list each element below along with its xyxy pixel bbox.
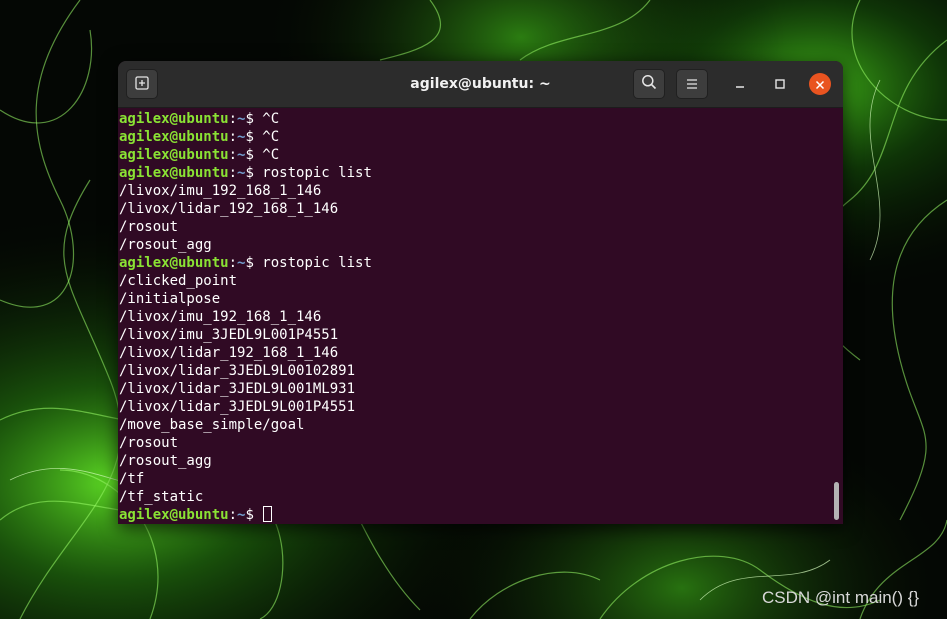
output-text: /livox/lidar_3JEDL9L001P4551 — [119, 399, 356, 415]
command-text: $ — [245, 507, 263, 523]
output-text: /rosout — [119, 435, 179, 451]
prompt-separator: : — [228, 507, 238, 523]
prompt-line: agilex@ubuntu:~$ ^C — [119, 128, 831, 146]
output-text: /livox/lidar_3JEDL9L001ML931 — [119, 381, 356, 397]
output-text: /livox/imu_3JEDL9L001P4551 — [119, 327, 339, 343]
output-text: /livox/imu_192_168_1_146 — [119, 183, 322, 199]
output-line: /move_base_simple/goal — [119, 416, 831, 434]
output-text: /livox/lidar_3JEDL9L00102891 — [119, 363, 356, 379]
output-line: /livox/lidar_3JEDL9L00102891 — [119, 362, 831, 380]
output-text: /tf — [119, 471, 145, 487]
prompt-separator: : — [228, 165, 238, 181]
terminal-window: agilex@ubuntu: ~ agilex@ubuntu:~$ ^C agi… — [118, 61, 843, 524]
new-tab-icon — [135, 75, 149, 94]
output-line: /livox/lidar_3JEDL9L001ML931 — [119, 380, 831, 398]
prompt-user: agilex@ubuntu — [119, 147, 229, 163]
new-tab-button[interactable] — [126, 69, 158, 99]
prompt-line: agilex@ubuntu:~$ rostopic list — [119, 254, 831, 272]
minimize-icon — [734, 75, 746, 94]
prompt-line: agilex@ubuntu:~$ ^C — [119, 110, 831, 128]
output-line: /clicked_point — [119, 272, 831, 290]
output-line: /initialpose — [119, 290, 831, 308]
title-bar[interactable]: agilex@ubuntu: ~ — [118, 61, 843, 108]
menu-button[interactable] — [676, 69, 708, 99]
output-text: /initialpose — [119, 291, 221, 307]
maximize-button[interactable] — [769, 73, 791, 95]
output-line: /tf_static — [119, 488, 831, 506]
output-line: /rosout — [119, 434, 831, 452]
command-text: $ ^C — [245, 111, 280, 127]
hamburger-menu-icon — [685, 75, 699, 94]
output-text: /livox/lidar_192_168_1_146 — [119, 201, 339, 217]
prompt-line: agilex@ubuntu:~$ — [119, 506, 831, 524]
prompt-separator: : — [228, 147, 238, 163]
output-line: /tf — [119, 470, 831, 488]
prompt-separator: : — [228, 111, 238, 127]
command-text: $ rostopic list — [245, 255, 372, 271]
output-line: /livox/lidar_3JEDL9L001P4551 — [119, 398, 831, 416]
output-line: /rosout_agg — [119, 452, 831, 470]
prompt-user: agilex@ubuntu — [119, 255, 229, 271]
prompt-user: agilex@ubuntu — [119, 507, 229, 523]
close-icon — [815, 75, 825, 94]
output-line: /rosout_agg — [119, 236, 831, 254]
prompt-user: agilex@ubuntu — [119, 111, 229, 127]
prompt-separator: : — [228, 129, 238, 145]
output-line: /livox/imu_3JEDL9L001P4551 — [119, 326, 831, 344]
terminal-output[interactable]: agilex@ubuntu:~$ ^C agilex@ubuntu:~$ ^C ag… — [118, 110, 831, 524]
command-text: $ ^C — [245, 129, 280, 145]
prompt-line: agilex@ubuntu:~$ rostopic list — [119, 164, 831, 182]
output-line: /livox/imu_192_168_1_146 — [119, 308, 831, 326]
output-text: /move_base_simple/goal — [119, 417, 305, 433]
maximize-icon — [774, 75, 786, 94]
search-icon — [641, 74, 657, 94]
command-text: $ rostopic list — [245, 165, 372, 181]
output-line: /livox/lidar_192_168_1_146 — [119, 344, 831, 362]
search-button[interactable] — [633, 69, 665, 99]
watermark-text: CSDN @int main() {} — [762, 588, 920, 607]
prompt-user: agilex@ubuntu — [119, 165, 229, 181]
output-text: /tf_static — [119, 489, 204, 505]
prompt-separator: : — [228, 255, 238, 271]
minimize-button[interactable] — [729, 73, 751, 95]
output-text: /livox/imu_192_168_1_146 — [119, 309, 322, 325]
output-text: /rosout_agg — [119, 453, 212, 469]
output-text: /clicked_point — [119, 273, 238, 289]
output-text: /rosout — [119, 219, 179, 235]
output-text: /rosout_agg — [119, 237, 212, 253]
terminal-cursor — [263, 506, 273, 522]
output-line: /livox/lidar_192_168_1_146 — [119, 200, 831, 218]
close-button[interactable] — [809, 73, 831, 95]
prompt-user: agilex@ubuntu — [119, 129, 229, 145]
prompt-line: agilex@ubuntu:~$ ^C — [119, 146, 831, 164]
output-line: /livox/imu_192_168_1_146 — [119, 182, 831, 200]
output-line: /rosout — [119, 218, 831, 236]
output-text: /livox/lidar_192_168_1_146 — [119, 345, 339, 361]
command-text: $ ^C — [245, 147, 280, 163]
scrollbar-thumb[interactable] — [834, 482, 839, 520]
